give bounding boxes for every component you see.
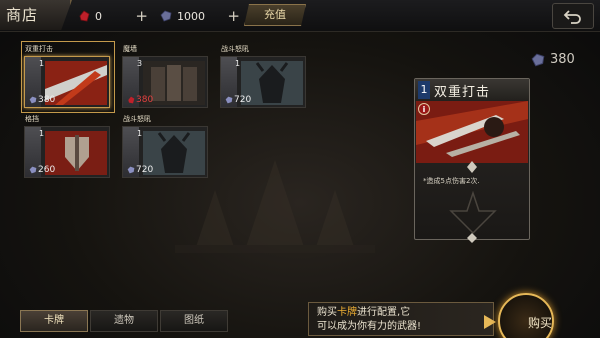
card-cost: 720	[127, 165, 153, 175]
diamond-divider-icon	[467, 161, 477, 173]
add-blood-button[interactable]: +	[135, 6, 148, 26]
gem-count: 1000	[177, 9, 205, 23]
card-detail-header: 1 双重打击	[415, 79, 529, 101]
gem-icon	[127, 166, 135, 174]
card-level: 3	[137, 59, 143, 68]
card-cost-value: 260	[38, 165, 56, 175]
card-name: 战斗怒吼	[221, 45, 249, 53]
faction-emblem-icon	[449, 191, 497, 235]
card-cost: 260	[29, 165, 55, 175]
card-name: 格挡	[25, 115, 39, 123]
card-thumbnail: 1 720	[220, 56, 306, 108]
card-cost-value: 720	[136, 165, 154, 175]
card-name: 双重打击	[25, 45, 53, 53]
card-cost: 380	[29, 95, 55, 105]
card-name: 魔墙	[123, 45, 137, 53]
gem-icon	[225, 96, 233, 104]
recharge-button[interactable]: 充值	[244, 4, 306, 26]
tab-cards[interactable]: 卡牌	[20, 310, 88, 332]
buy-button-label: 购买	[528, 316, 553, 330]
gem-icon	[531, 53, 545, 66]
shop-card[interactable]: 战斗怒吼 1 720	[122, 114, 210, 180]
shop-card[interactable]: 魔墙 3 380	[122, 44, 210, 110]
card-level: 1	[235, 59, 241, 68]
top-bar: 商店 0 + 1000 + 充值	[0, 0, 600, 32]
gem-resource: 1000 +	[160, 6, 240, 26]
card-thumbnail: 3 380	[122, 56, 208, 108]
card-cost: 380	[127, 95, 153, 105]
card-detail-title: 双重打击	[434, 85, 491, 100]
purchase-tip: 购买卡牌进行配置,它 可以成为你有力的武器!	[308, 302, 494, 336]
back-button[interactable]	[552, 3, 594, 29]
card-cost-value: 380	[136, 95, 154, 105]
category-tabs: 卡牌 遗物 图纸	[20, 310, 230, 334]
shop-title: 商店	[0, 0, 72, 30]
diamond-bottom-icon	[467, 233, 477, 243]
card-thumbnail: 1 720	[122, 126, 208, 178]
arrow-right-icon	[484, 315, 496, 329]
card-detail-art	[416, 101, 528, 163]
blood-resource: 0 +	[78, 6, 148, 26]
shop-card[interactable]: 战斗怒吼 1 720	[220, 44, 308, 110]
card-cost-value: 720	[234, 95, 252, 105]
card-detail-description: *造成5点伤害2次.	[423, 177, 480, 185]
card-cost-value: 380	[38, 95, 56, 105]
tip-prefix: 购买	[317, 307, 337, 318]
tab-relics[interactable]: 遗物	[90, 310, 158, 332]
gem-icon	[29, 96, 37, 104]
tab-blueprints[interactable]: 图纸	[160, 310, 228, 332]
back-arrow-icon	[563, 10, 581, 24]
info-icon[interactable]: i	[418, 103, 430, 115]
gem-icon	[29, 166, 37, 174]
shop-card[interactable]: 双重打击 1 380	[21, 41, 115, 113]
card-cost: 720	[225, 95, 251, 105]
card-thumbnail: 1 380	[24, 56, 110, 108]
shop-card[interactable]: 格挡 1 260	[24, 114, 112, 180]
add-gem-button[interactable]: +	[227, 6, 240, 26]
blood-count: 0	[95, 9, 102, 23]
tip-suffix: 进行配置,它	[357, 307, 411, 318]
card-detail-panel: 1 双重打击 i *造成5点伤害2次.	[414, 78, 530, 243]
card-level: 1	[137, 129, 143, 138]
blood-crystal-icon	[128, 96, 135, 104]
selected-price-value: 380	[550, 52, 575, 67]
tip-line2: 可以成为你有力的武器!	[317, 321, 422, 332]
card-detail-level: 1	[418, 81, 430, 99]
card-level: 1	[39, 129, 45, 138]
tip-highlight: 卡牌	[337, 307, 357, 318]
card-name: 战斗怒吼	[123, 115, 151, 123]
selected-price: 380	[531, 52, 575, 67]
card-thumbnail: 1 260	[24, 126, 110, 178]
double-strike-art	[416, 101, 528, 163]
gem-icon	[160, 10, 172, 22]
card-level: 1	[39, 59, 45, 68]
blood-crystal-icon	[79, 10, 90, 22]
